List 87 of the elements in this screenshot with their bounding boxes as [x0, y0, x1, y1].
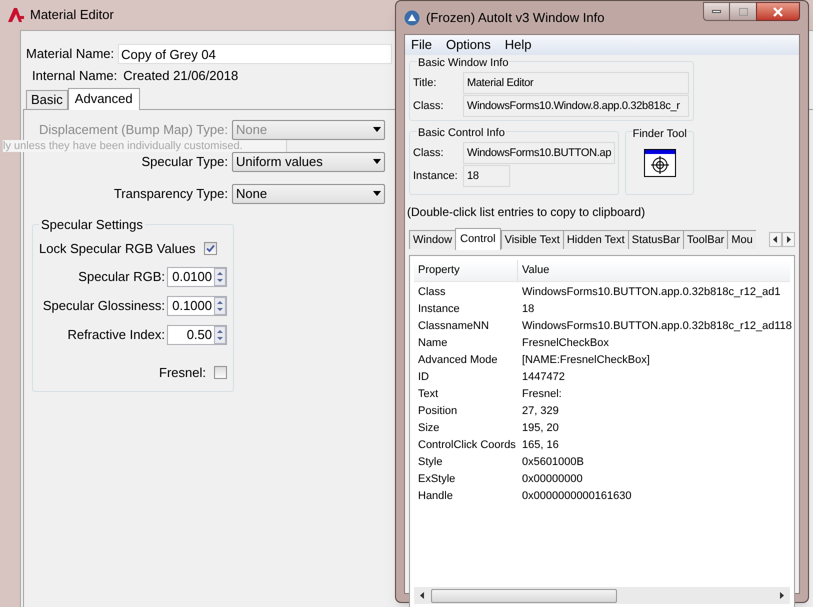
field-label: Material Name:: [26, 45, 114, 64]
dropdown[interactable]: None: [232, 184, 385, 204]
menu-item[interactable]: File: [411, 35, 432, 55]
tab[interactable]: Mou: [727, 230, 756, 249]
spin-field[interactable]: 0.1000: [167, 296, 227, 316]
app-logo-icon: [404, 10, 420, 26]
app-logo-icon: [8, 8, 24, 22]
table-cell-text: WindowsForms10.BUTTON.app.0.32b818c_r12_ad118: [521, 319, 792, 334]
column-header[interactable]: Value: [518, 260, 790, 281]
field-label: Displacement (Bump Map) Type:: [38, 120, 228, 139]
dropdown[interactable]: Uniform values: [232, 152, 385, 172]
readonly-field[interactable]: WindowsForms10.Window.8.app.0.32b818c_r: [463, 95, 689, 117]
checkbox-label: Fresnel:: [159, 364, 206, 382]
scroll-right-icon[interactable]: [782, 232, 795, 247]
field-label: Class:: [413, 98, 445, 114]
table-cell-text: ID: [417, 370, 430, 385]
menu-item[interactable]: Options: [446, 35, 491, 55]
field-label: Transparency Type:: [114, 184, 228, 203]
table-cell-text: Style: [417, 455, 444, 470]
tab[interactable]: Hidden Text: [562, 230, 628, 249]
spin-field[interactable]: 0.50: [167, 325, 227, 345]
field-value: Created 21/06/2018: [123, 67, 238, 85]
tab[interactable]: Basic: [26, 90, 68, 108]
tooltip: ly unless they have been individually customised.: [2, 140, 287, 152]
table-cell-text: [NAME:FresnelCheckBox]: [521, 353, 650, 368]
table-cell-text: Size: [417, 421, 440, 436]
tab[interactable]: Control: [455, 228, 501, 250]
field-label: Internal Name:: [32, 67, 118, 85]
field-label: Class:: [413, 146, 445, 161]
tab[interactable]: StatusBar: [628, 230, 684, 249]
spin-field[interactable]: 0.0100: [167, 267, 227, 287]
checkbox[interactable]: [204, 242, 217, 255]
tab[interactable]: Window: [409, 230, 456, 249]
scrollbar-thumb[interactable]: [431, 588, 617, 602]
dropdown-caret-icon: [373, 191, 381, 196]
table-cell-text: Position: [417, 404, 458, 419]
field-label: Refractive Index:: [67, 326, 165, 344]
maximize-button[interactable]: [730, 2, 756, 21]
table-cell-text: ExStyle: [417, 472, 456, 487]
spin-arrows-icon[interactable]: [214, 297, 226, 315]
table-cell-text: 27, 329: [521, 404, 559, 419]
table-cell-text: 195, 20: [521, 421, 559, 436]
readonly-field[interactable]: 18: [463, 165, 510, 187]
field-label: Specular Type:: [142, 152, 228, 171]
column-header[interactable]: Property: [414, 260, 518, 281]
field-label: Specular Glossiness:: [42, 297, 165, 316]
close-icon: [773, 6, 783, 16]
close-button[interactable]: [756, 2, 800, 21]
field-label: Instance:: [413, 168, 459, 184]
table-cell-text: Text: [417, 387, 440, 402]
table-cell-text: 1447472: [521, 370, 565, 385]
table-cell-text: 0x00000000: [521, 472, 583, 487]
tab[interactable]: ToolBar: [683, 230, 728, 249]
table-cell-text: Name: [417, 336, 448, 351]
crosshair-icon[interactable]: [644, 148, 676, 176]
table-cell-text: ClassnameNN: [417, 319, 490, 334]
hint-text: (Double-click list entries to copy to clipboard): [407, 204, 646, 221]
spin-arrows-icon[interactable]: [214, 268, 226, 286]
table-cell-text: 0x5601000B: [521, 455, 584, 470]
table-cell-text: ControlClick Coords: [417, 438, 517, 453]
table-cell-text: Fresnel:: [521, 387, 562, 402]
table-cell-text: WindowsForms10.BUTTON.app.0.32b818c_r12_ad1: [521, 285, 780, 300]
checkbox-label: Lock Specular RGB Values: [39, 240, 196, 258]
tab[interactable]: Advanced: [68, 88, 140, 110]
readonly-field[interactable]: Material Editor: [463, 72, 689, 94]
window-title: (Frozen) AutoIt v3 Window Info: [426, 9, 604, 28]
material-name-field[interactable]: Copy of Grey 04: [118, 44, 392, 64]
checkbox[interactable]: [214, 366, 227, 380]
spin-arrows-icon[interactable]: [214, 326, 226, 344]
table-cell-text: Advanced Mode: [417, 353, 498, 368]
table-cell-text: 0x0000000000161630: [521, 489, 632, 504]
dropdown-caret-icon: [373, 127, 381, 132]
table-cell-text: Handle: [417, 489, 454, 504]
field-label: Specular RGB:: [78, 268, 165, 286]
readonly-field[interactable]: WindowsForms10.BUTTON.ap: [463, 142, 616, 164]
table-cell-text: Instance: [417, 302, 461, 317]
scroll-left-icon[interactable]: [769, 232, 782, 247]
table-cell-text: 18: [521, 302, 534, 317]
minimize-button[interactable]: [703, 2, 730, 21]
table-cell-text: 165, 16: [521, 438, 559, 453]
table-cell-text: Class: [417, 285, 447, 300]
dropdown-caret-icon: [373, 159, 381, 164]
menu-item[interactable]: Help: [504, 35, 532, 55]
tab[interactable]: Visible Text: [500, 230, 563, 249]
table-cell-text: FresnelCheckBox: [521, 336, 609, 351]
window-title: Material Editor: [30, 6, 114, 24]
field-label: Title:: [413, 76, 438, 91]
